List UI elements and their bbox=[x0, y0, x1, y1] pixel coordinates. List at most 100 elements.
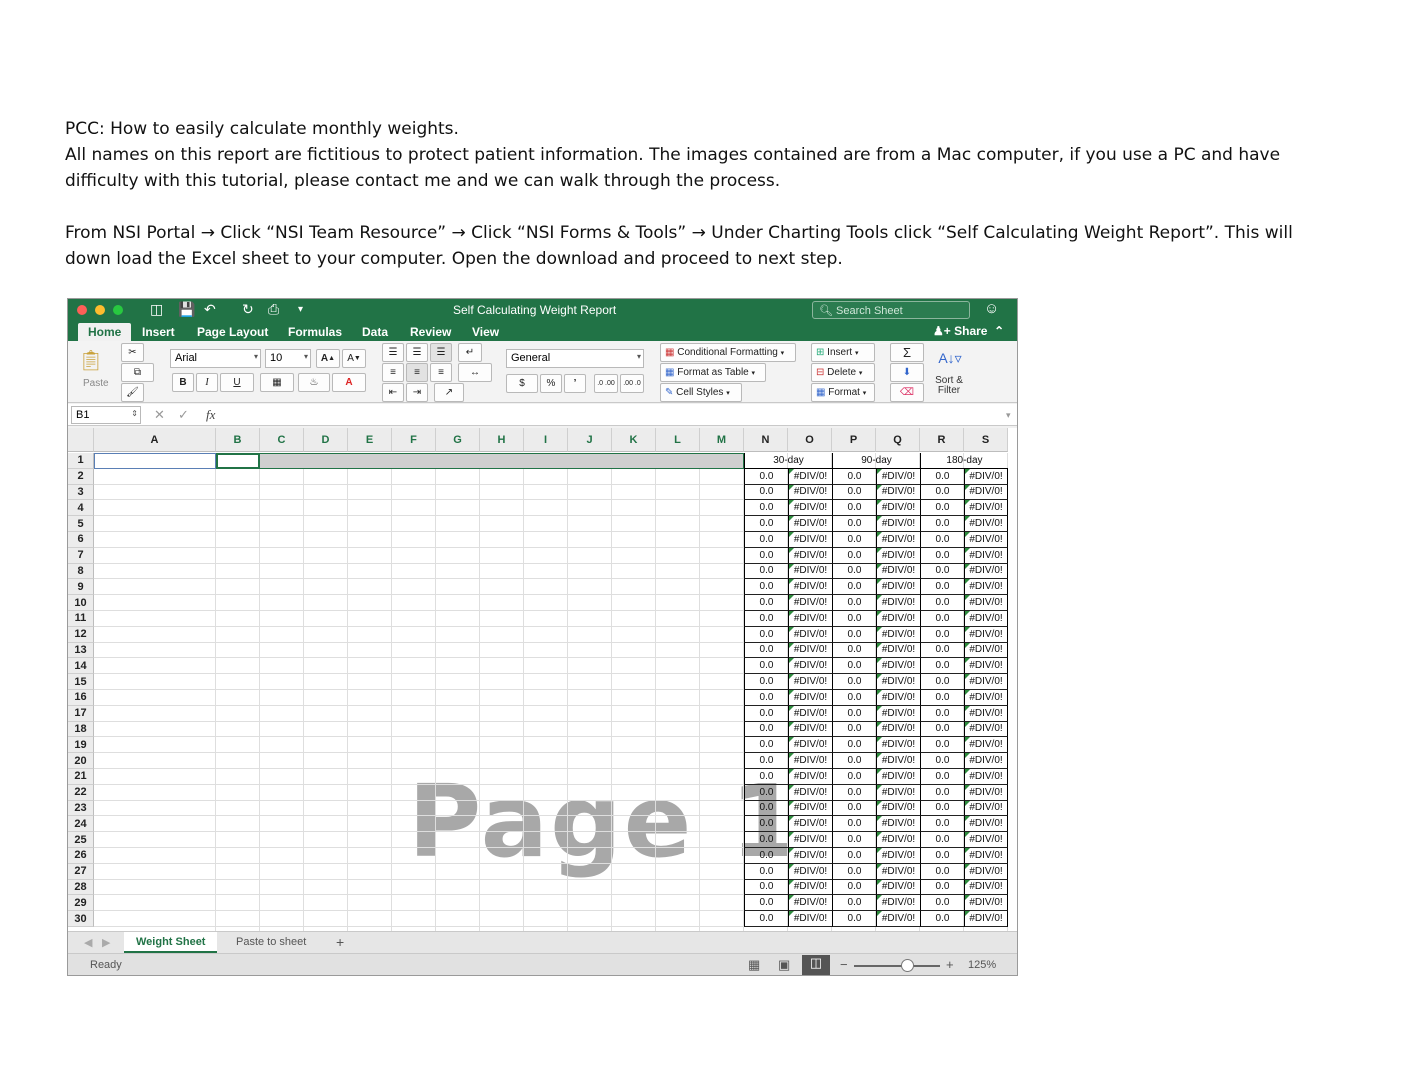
weight-value-cell[interactable]: 0.0 bbox=[832, 468, 876, 485]
error-cell[interactable]: #DIV/0! bbox=[788, 848, 832, 864]
error-cell[interactable]: #DIV/0! bbox=[788, 611, 832, 627]
currency-button[interactable]: $ bbox=[506, 374, 538, 393]
weight-value-cell[interactable]: 0.0 bbox=[920, 579, 964, 596]
italic-button[interactable]: I bbox=[196, 373, 218, 392]
cell-styles-button[interactable]: ✎ Cell Styles ▾ bbox=[660, 383, 742, 402]
row-header[interactable]: 28 bbox=[68, 879, 94, 896]
decrease-font-button[interactable]: A ▼ bbox=[342, 349, 366, 368]
error-cell[interactable]: #DIV/0! bbox=[788, 753, 832, 769]
error-cell[interactable]: #DIV/0! bbox=[876, 895, 920, 912]
error-cell[interactable]: #DIV/0! bbox=[876, 784, 920, 801]
expand-formula-bar-icon[interactable]: ▾ bbox=[1006, 410, 1011, 421]
error-cell[interactable]: #DIV/0! bbox=[876, 516, 920, 532]
clear-eraser-icon[interactable]: ⌫ bbox=[890, 383, 924, 402]
column-header[interactable]: I bbox=[524, 428, 568, 452]
tab-review[interactable]: Review bbox=[410, 323, 451, 341]
weight-value-cell[interactable]: 0.0 bbox=[920, 721, 964, 738]
error-cell[interactable]: #DIV/0! bbox=[876, 658, 920, 675]
weight-value-cell[interactable]: 0.0 bbox=[832, 579, 876, 596]
confirm-entry-icon[interactable]: ✓ bbox=[178, 407, 189, 423]
error-cell[interactable]: #DIV/0! bbox=[788, 532, 832, 548]
weight-value-cell[interactable]: 0.0 bbox=[832, 595, 876, 611]
align-top-icon[interactable]: ☰ bbox=[382, 343, 404, 362]
row-header[interactable]: 21 bbox=[68, 769, 94, 785]
copy-icon[interactable]: ⧉ bbox=[121, 363, 154, 382]
merge-center-icon[interactable]: ↔ bbox=[458, 363, 492, 382]
row-header[interactable]: 23 bbox=[68, 800, 94, 817]
minimize-window-button[interactable] bbox=[95, 305, 105, 315]
error-cell[interactable]: #DIV/0! bbox=[964, 484, 1008, 501]
column-header[interactable]: N bbox=[744, 428, 788, 452]
error-cell[interactable]: #DIV/0! bbox=[788, 895, 832, 912]
weight-value-cell[interactable]: 0.0 bbox=[744, 547, 788, 564]
column-header[interactable]: A bbox=[94, 428, 216, 452]
error-cell[interactable]: #DIV/0! bbox=[876, 579, 920, 596]
weight-value-cell[interactable]: 0.0 bbox=[832, 879, 876, 896]
error-cell[interactable]: #DIV/0! bbox=[876, 816, 920, 833]
weight-value-cell[interactable]: 0.0 bbox=[744, 800, 788, 817]
error-cell[interactable]: #DIV/0! bbox=[876, 863, 920, 880]
cell-a1[interactable] bbox=[94, 453, 216, 469]
error-cell[interactable]: #DIV/0! bbox=[964, 611, 1008, 627]
autosum-button[interactable]: Σ bbox=[890, 343, 924, 362]
error-cell[interactable]: #DIV/0! bbox=[876, 611, 920, 627]
align-left-icon[interactable]: ≡ bbox=[382, 363, 404, 382]
row-header[interactable]: 10 bbox=[68, 595, 94, 611]
weight-value-cell[interactable]: 0.0 bbox=[744, 753, 788, 769]
weight-value-cell[interactable]: 0.0 bbox=[920, 705, 964, 722]
weight-value-cell[interactable]: 0.0 bbox=[832, 753, 876, 769]
error-cell[interactable]: #DIV/0! bbox=[964, 863, 1008, 880]
format-cells-button[interactable]: ▦ Format ▾ bbox=[811, 383, 875, 402]
column-header[interactable]: F bbox=[392, 428, 436, 452]
weight-value-cell[interactable]: 0.0 bbox=[744, 705, 788, 722]
column-header[interactable]: O bbox=[788, 428, 832, 452]
column-header[interactable]: S bbox=[964, 428, 1008, 452]
row-header[interactable]: 30 bbox=[68, 911, 94, 927]
row-header[interactable]: 8 bbox=[68, 563, 94, 580]
borders-icon[interactable]: ▦ bbox=[260, 373, 294, 392]
increase-decimal-button[interactable]: .0 .00 bbox=[594, 374, 618, 393]
error-cell[interactable]: #DIV/0! bbox=[788, 484, 832, 501]
weight-value-cell[interactable]: 0.0 bbox=[920, 816, 964, 833]
font-name-select[interactable]: Arial ▾ bbox=[170, 349, 261, 368]
error-cell[interactable]: #DIV/0! bbox=[788, 547, 832, 564]
tab-insert[interactable]: Insert bbox=[142, 323, 175, 341]
error-cell[interactable]: #DIV/0! bbox=[788, 690, 832, 706]
error-cell[interactable]: #DIV/0! bbox=[876, 500, 920, 517]
tab-formulas[interactable]: Formulas bbox=[288, 323, 342, 341]
error-cell[interactable]: #DIV/0! bbox=[876, 832, 920, 848]
zoom-in-icon[interactable]: + bbox=[946, 957, 954, 972]
number-format-select[interactable]: General ▾ bbox=[506, 349, 644, 368]
weight-value-cell[interactable]: 0.0 bbox=[832, 500, 876, 517]
error-cell[interactable]: #DIV/0! bbox=[964, 737, 1008, 754]
error-cell[interactable]: #DIV/0! bbox=[964, 532, 1008, 548]
maximize-window-button[interactable] bbox=[113, 305, 123, 315]
row-header[interactable]: 4 bbox=[68, 500, 94, 517]
weight-value-cell[interactable]: 0.0 bbox=[920, 563, 964, 580]
active-cell-b1[interactable] bbox=[216, 453, 260, 469]
error-cell[interactable]: #DIV/0! bbox=[788, 737, 832, 754]
print-icon[interactable]: ⎙ bbox=[268, 301, 279, 318]
error-cell[interactable]: #DIV/0! bbox=[876, 532, 920, 548]
weight-value-cell[interactable]: 0.0 bbox=[920, 626, 964, 643]
period-header[interactable]: 30-day bbox=[744, 453, 832, 469]
error-cell[interactable]: #DIV/0! bbox=[876, 705, 920, 722]
weight-value-cell[interactable]: 0.0 bbox=[744, 516, 788, 532]
zoom-out-icon[interactable]: − bbox=[840, 957, 848, 972]
row-header[interactable]: 2 bbox=[68, 468, 94, 485]
error-cell[interactable]: #DIV/0! bbox=[876, 848, 920, 864]
error-cell[interactable]: #DIV/0! bbox=[876, 769, 920, 785]
error-cell[interactable]: #DIV/0! bbox=[788, 721, 832, 738]
weight-value-cell[interactable]: 0.0 bbox=[920, 832, 964, 848]
row-header[interactable]: 16 bbox=[68, 690, 94, 706]
error-cell[interactable]: #DIV/0! bbox=[876, 626, 920, 643]
error-cell[interactable]: #DIV/0! bbox=[964, 848, 1008, 864]
align-bottom-icon[interactable]: ☰ bbox=[430, 343, 452, 362]
weight-value-cell[interactable]: 0.0 bbox=[832, 848, 876, 864]
percent-button[interactable]: % bbox=[540, 374, 562, 393]
weight-value-cell[interactable]: 0.0 bbox=[744, 721, 788, 738]
weight-value-cell[interactable]: 0.0 bbox=[832, 769, 876, 785]
weight-value-cell[interactable]: 0.0 bbox=[744, 500, 788, 517]
weight-value-cell[interactable]: 0.0 bbox=[744, 532, 788, 548]
weight-value-cell[interactable]: 0.0 bbox=[832, 484, 876, 501]
